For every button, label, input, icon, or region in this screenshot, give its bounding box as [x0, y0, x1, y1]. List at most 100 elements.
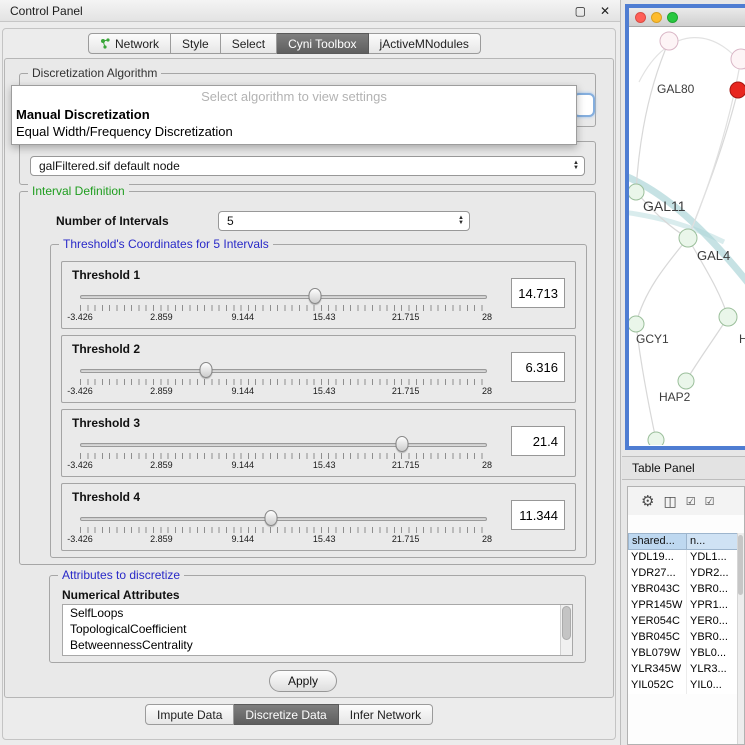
- table-cell: YBR045C: [628, 630, 687, 646]
- tab-network[interactable]: Network: [88, 33, 171, 54]
- slider-track[interactable]: [80, 369, 487, 373]
- zoom-window-icon[interactable]: [667, 12, 678, 23]
- network-icon: [100, 38, 111, 49]
- table-panel-title: Table Panel: [632, 461, 695, 475]
- network-node[interactable]: [629, 184, 644, 200]
- table-row[interactable]: YER054CYER0...: [628, 614, 744, 630]
- list-item[interactable]: SelfLoops: [63, 605, 572, 621]
- table-data-select[interactable]: galFiltered.sif default node ▲▼: [30, 156, 585, 176]
- tab-impute-data[interactable]: Impute Data: [145, 704, 234, 725]
- threshold-slider[interactable]: -3.4262.8599.14415.4321.71528: [80, 508, 487, 548]
- number-of-intervals-select[interactable]: 5 ▲▼: [218, 211, 470, 231]
- tab-cyni-toolbox[interactable]: Cyni Toolbox: [277, 33, 368, 54]
- column-selector-icon[interactable]: ◫: [663, 493, 676, 510]
- network-node[interactable]: [719, 308, 737, 326]
- threshold-value-field[interactable]: 6.316: [511, 352, 565, 382]
- table-cell: YDR2...: [687, 566, 744, 582]
- slider-track[interactable]: [80, 443, 487, 447]
- network-node[interactable]: [629, 316, 644, 332]
- tab-label: Impute Data: [157, 708, 222, 722]
- column-header[interactable]: shared...: [628, 533, 687, 550]
- tab-infer-network[interactable]: Infer Network: [339, 704, 433, 725]
- float-window-icon[interactable]: ▢: [575, 4, 586, 18]
- attributes-list[interactable]: SelfLoopsTopologicalCoefficientBetweenne…: [62, 604, 573, 656]
- scrollbar-thumb[interactable]: [738, 535, 743, 595]
- slider-thumb[interactable]: [265, 510, 278, 526]
- scale-label: 21.715: [392, 312, 420, 322]
- select-all-icon[interactable]: ☑: [686, 495, 696, 508]
- network-node[interactable]: [660, 32, 678, 50]
- slider-thumb[interactable]: [308, 288, 321, 304]
- table-scrollbar[interactable]: [737, 533, 744, 744]
- apply-button[interactable]: Apply: [269, 670, 337, 692]
- scrollbar-thumb[interactable]: [562, 606, 571, 640]
- tab-label: jActiveMNodules: [380, 37, 469, 51]
- scale-label: 21.715: [392, 534, 420, 544]
- group-label: Threshold's Coordinates for 5 Intervals: [59, 237, 273, 251]
- table-row[interactable]: YIL052CYIL0...: [628, 678, 744, 694]
- interval-definition-group: Interval Definition Number of Intervals …: [19, 191, 596, 565]
- dropdown-item-equal-width[interactable]: Equal Width/Frequency Discretization: [12, 123, 576, 140]
- tab-select[interactable]: Select: [221, 33, 277, 54]
- threshold-value-field[interactable]: 14.713: [511, 278, 565, 308]
- slider-track[interactable]: [80, 517, 487, 521]
- slider-track[interactable]: [80, 295, 487, 299]
- gear-icon[interactable]: ⚙: [641, 492, 654, 510]
- table-cell: YBL079W: [628, 646, 687, 662]
- network-node[interactable]: [730, 82, 745, 98]
- list-item[interactable]: BetweennessCentrality: [63, 637, 572, 653]
- threshold-value-field[interactable]: 11.344: [511, 500, 565, 530]
- table-cell: YLR3...: [687, 662, 744, 678]
- table-row[interactable]: YBL079WYBL0...: [628, 646, 744, 662]
- column-header[interactable]: n...: [687, 533, 744, 550]
- threshold-slider[interactable]: -3.4262.8599.14415.4321.71528: [80, 360, 487, 400]
- tab-jactivemnodules[interactable]: jActiveMNodules: [369, 33, 481, 54]
- network-canvas-svg[interactable]: GAL80GAL11GAL4GCY1HHAP2: [629, 27, 745, 445]
- network-node-label: GAL4: [697, 248, 730, 263]
- threshold-slider[interactable]: -3.4262.8599.14415.4321.71528: [80, 286, 487, 326]
- bottom-tab-bar: Impute Data Discretize Data Infer Networ…: [145, 704, 433, 725]
- threshold-label: Threshold 4: [72, 490, 140, 504]
- scale-label: -3.426: [67, 460, 93, 470]
- network-node[interactable]: [731, 49, 745, 69]
- scale-label: 21.715: [392, 386, 420, 396]
- scale-label: 28: [482, 386, 492, 396]
- scale-label: -3.426: [67, 386, 93, 396]
- table-row[interactable]: YDL19...YDL1...: [628, 550, 744, 566]
- table-cell: YIL052C: [628, 678, 687, 694]
- attributes-scrollbar[interactable]: [560, 605, 572, 655]
- table-cell: YBR043C: [628, 582, 687, 598]
- minimize-window-icon[interactable]: [651, 12, 662, 23]
- scale-label: 15.43: [313, 534, 336, 544]
- combo-value: 5: [227, 214, 234, 228]
- table-row[interactable]: YPR145WYPR1...: [628, 598, 744, 614]
- table-cell: YDL19...: [628, 550, 687, 566]
- table-row[interactable]: YLR345WYLR3...: [628, 662, 744, 678]
- table-cell: YBR0...: [687, 630, 744, 646]
- threshold-panel: Threshold 3 -3.4262.8599.14415.4321.7152…: [61, 409, 576, 477]
- close-window-icon[interactable]: [635, 12, 646, 23]
- table-panel-titlebar: Table Panel: [622, 456, 745, 480]
- network-edge: [686, 317, 728, 381]
- slider-thumb[interactable]: [395, 436, 408, 452]
- network-node[interactable]: [678, 373, 694, 389]
- network-canvas[interactable]: GAL80GAL11GAL4GCY1HHAP2: [629, 27, 745, 445]
- threshold-value-field[interactable]: 21.4: [511, 426, 565, 456]
- network-node[interactable]: [679, 229, 697, 247]
- tab-discretize-data[interactable]: Discretize Data: [234, 704, 338, 725]
- network-view-window: GAL80GAL11GAL4GCY1HHAP2: [625, 4, 745, 450]
- list-item[interactable]: TopologicalCoefficient: [63, 621, 572, 637]
- network-node[interactable]: [648, 432, 664, 445]
- threshold-slider[interactable]: -3.4262.8599.14415.4321.71528: [80, 434, 487, 474]
- control-panel-titlebar: Control Panel ▢ ✕: [0, 0, 620, 22]
- table-cell: YPR145W: [628, 598, 687, 614]
- table-row[interactable]: YBR045CYBR0...: [628, 630, 744, 646]
- table-row[interactable]: YBR043CYBR0...: [628, 582, 744, 598]
- select-columns-icon[interactable]: ☑: [705, 495, 715, 508]
- table-row[interactable]: YDR27...YDR2...: [628, 566, 744, 582]
- slider-thumb[interactable]: [200, 362, 213, 378]
- dropdown-item-manual-discretization[interactable]: Manual Discretization: [12, 106, 576, 123]
- slider-scale: -3.4262.8599.14415.4321.71528: [80, 386, 487, 397]
- tab-style[interactable]: Style: [171, 33, 221, 54]
- close-icon[interactable]: ✕: [600, 4, 610, 18]
